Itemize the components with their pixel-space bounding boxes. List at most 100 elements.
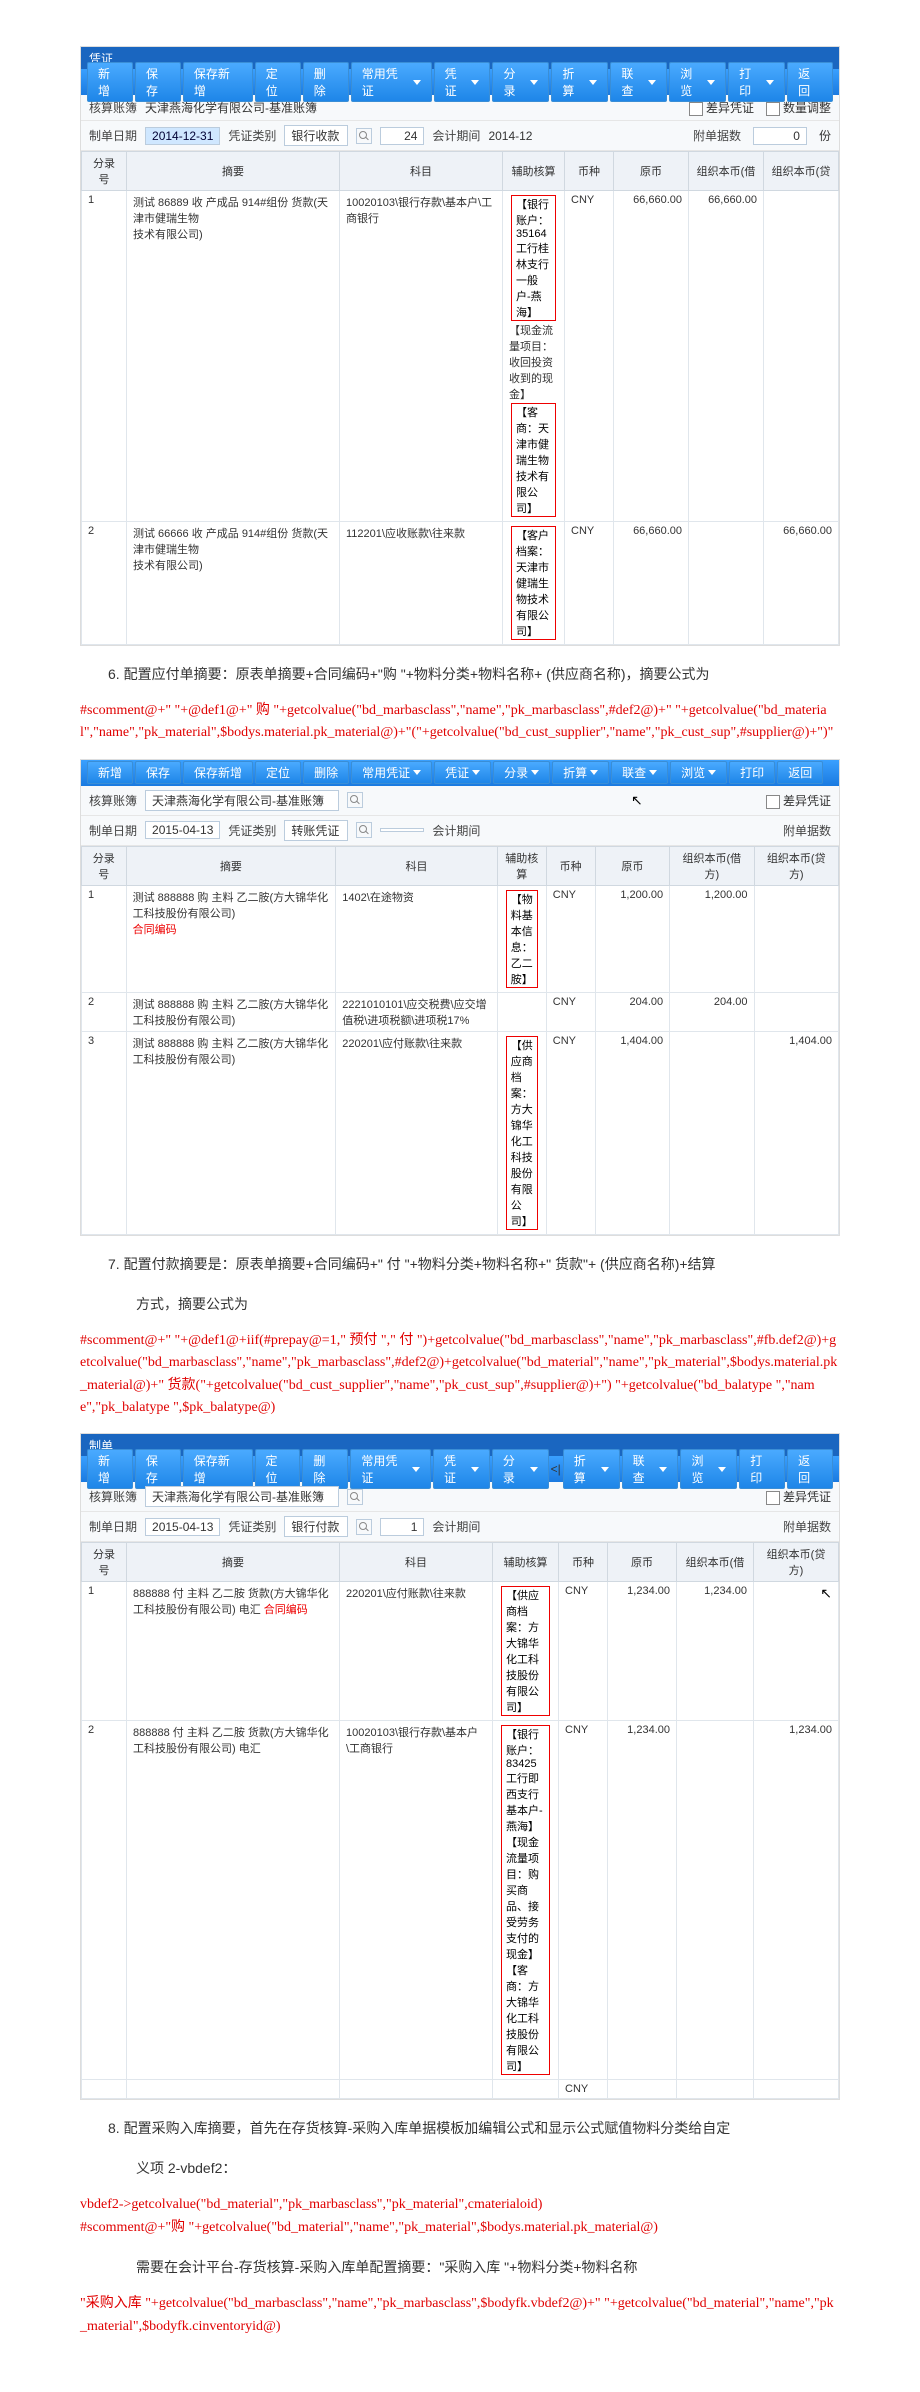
tb-common[interactable]: 常用凭证 <box>351 62 432 102</box>
voucher-panel-3: 制单 新增 保存 保存新增 定位 删除 常用凭证 凭证 分录 <| 折算 联查 … <box>80 1433 840 2100</box>
section6-formula: #scomment@+" "+@def1@+" 购 "+getcolvalue(… <box>80 700 840 745</box>
date-input[interactable]: 2015-04-13 <box>145 821 220 839</box>
tb-delete[interactable]: 删除 <box>303 62 349 102</box>
tb-browse[interactable]: 浏览 <box>669 62 726 102</box>
unit-fen: 份 <box>819 127 831 144</box>
aux-tag: 【银行账户：35164工行桂林支行一般户-燕海】 <box>511 195 556 321</box>
tb-entry[interactable]: 分录 <box>493 761 550 784</box>
tb-save-new[interactable]: 保存新增 <box>183 1449 253 1489</box>
tb-voucher[interactable]: 凭证 <box>434 761 491 784</box>
tb-locate[interactable]: 定位 <box>255 761 301 784</box>
section8-formula2: "采购入库 "+getcolvalue("bd_marbasclass","na… <box>80 2293 840 2338</box>
panel3-toolbar: 新增 保存 保存新增 定位 删除 常用凭证 凭证 分录 <| 折算 联查 浏览 … <box>81 1456 839 1482</box>
date-label: 制单日期 <box>89 127 137 144</box>
tb-voucher[interactable]: 凭证 <box>434 62 491 102</box>
tb-print[interactable]: 打印 <box>728 62 785 102</box>
contract-anno: 合同编码 <box>264 1604 308 1616</box>
section8-text: 8. 配置采购入库摘要，首先在存货核算-采购入库单据模板加编辑公式和显示公式赋值… <box>80 2114 840 2142</box>
table-row[interactable]: 2 测试 888888 购 主料 乙二胺(方大锦华化工科技股份有限公司) 222… <box>82 992 839 1031</box>
aux-tag: 【供应商档案：方大锦华化工科技股份有限公司】 <box>501 1586 550 1716</box>
attach-input[interactable]: 0 <box>753 127 807 145</box>
tb-delete[interactable]: 删除 <box>302 1449 348 1489</box>
tb-link[interactable]: 联查 <box>622 1449 679 1489</box>
ledger-value: 天津燕海化学有限公司-基准账簿 <box>145 99 317 116</box>
search-icon[interactable] <box>356 1519 372 1535</box>
section8-formula1: vbdef2->getcolvalue("bd_material","pk_ma… <box>80 2194 840 2239</box>
diff-voucher-check[interactable]: 差异凭证 <box>766 792 831 809</box>
tb-new[interactable]: 新增 <box>87 62 133 102</box>
tb-convert[interactable]: 折算 <box>563 1449 620 1489</box>
section7-text2: 方式，摘要公式为 <box>80 1290 840 1318</box>
ledger-input[interactable]: 天津燕海化学有限公司-基准账簿 <box>145 1486 339 1507</box>
panel2-formrow-1: 核算账簿 天津燕海化学有限公司-基准账簿 ↖ 差异凭证 <box>81 786 839 816</box>
tb-link[interactable]: 联查 <box>611 761 668 784</box>
table-row[interactable]: 1 测试 86889 收 产成品 914#组份 货款(天津市健瑞生物技术有限公司… <box>82 191 839 522</box>
tb-convert[interactable]: 折算 <box>551 62 608 102</box>
search-icon[interactable] <box>356 822 372 838</box>
period-label: 会计期间 <box>432 127 480 144</box>
aux-tag: 【客户档案：天津市健瑞生物技术有限公司】 <box>511 526 556 640</box>
tb-locate[interactable]: 定位 <box>255 1449 301 1489</box>
table-row[interactable]: 3 测试 888888 购 主料 乙二胺(方大锦华化工科技股份有限公司) 220… <box>82 1031 839 1234</box>
aux-tag: 【银行账户：83425工行即西支行基本户-燕海】【现金流量项目：购买商品、接受劳… <box>501 1725 550 2075</box>
vno-input[interactable]: 24 <box>380 127 424 145</box>
section7-text: 7. 配置付款摘要是：原表单摘要+合同编码+" 付 "+物料分类+物料名称+" … <box>80 1250 840 1278</box>
tb-browse[interactable]: 浏览 <box>680 1449 737 1489</box>
tb-print[interactable]: 打印 <box>729 761 775 784</box>
tb-entry[interactable]: 分录 <box>492 1449 549 1489</box>
search-icon[interactable] <box>347 792 363 808</box>
cursor-icon: ↖ <box>820 1585 832 1601</box>
tb-convert[interactable]: 折算 <box>552 761 609 784</box>
search-icon[interactable] <box>356 128 372 144</box>
vno-input[interactable] <box>380 828 424 832</box>
section8-text2: 义项 2-vbdef2： <box>80 2154 840 2182</box>
tb-locate[interactable]: 定位 <box>255 62 301 102</box>
panel2-toolbar: 新增 保存 保存新增 定位 删除 常用凭证 凭证 分录 折算 联查 浏览 打印 … <box>81 760 839 786</box>
panel2-formrow-2: 制单日期 2015-04-13 凭证类别 转账凭证 会计期间 附单据数 <box>81 816 839 846</box>
tb-save[interactable]: 保存 <box>135 761 181 784</box>
voucher-panel-1: 凭证 新增 保存 保存新增 定位 删除 常用凭证 凭证 分录 折算 联查 浏览 … <box>80 46 840 646</box>
tb-browse[interactable]: 浏览 <box>670 761 727 784</box>
search-icon[interactable] <box>347 1489 363 1505</box>
vtype-input[interactable]: 银行付款 <box>284 1516 348 1537</box>
grid-header: 分录号 摘要 科目 辅助核算 币种 原币 组织本币(借 组织本币(贷 <box>82 152 839 191</box>
date-input[interactable]: 2014-12-31 <box>145 127 220 145</box>
panel3-grid: 分录号 摘要 科目 辅助核算 币种 原币 组织本币(借 组织本币(贷方) 1 8… <box>81 1542 839 2099</box>
tb-new[interactable]: 新增 <box>87 1449 133 1489</box>
tb-save-new[interactable]: 保存新增 <box>183 761 253 784</box>
ledger-input[interactable]: 天津燕海化学有限公司-基准账簿 <box>145 790 339 811</box>
tb-save-new[interactable]: 保存新增 <box>183 62 253 102</box>
section8-text3: 需要在会计平台-存货核算-采购入库单配置摘要："采购入库 "+物料分类+物料名称 <box>80 2253 840 2281</box>
table-row[interactable]: CNY <box>82 2080 839 2099</box>
tb-entry[interactable]: 分录 <box>492 62 549 102</box>
tb-save[interactable]: 保存 <box>135 1449 181 1489</box>
vtype-input[interactable]: 银行收款 <box>284 125 348 146</box>
table-row[interactable]: 1 测试 888888 购 主料 乙二胺(方大锦华化工科技股份有限公司)合同编码… <box>82 885 839 992</box>
aux-tag: 【供应商档案：方大锦华化工科技股份有限公司】 <box>506 1036 538 1230</box>
tb-common[interactable]: 常用凭证 <box>351 761 432 784</box>
vtype-label: 凭证类别 <box>228 127 276 144</box>
table-row[interactable]: 2 888888 付 主料 乙二胺 货款(方大锦华化工科技股份有限公司) 电汇 … <box>82 1721 839 2080</box>
contract-anno: 合同编码 <box>133 924 177 936</box>
tb-save[interactable]: 保存 <box>135 62 181 102</box>
tb-voucher[interactable]: 凭证 <box>433 1449 490 1489</box>
tb-back[interactable]: 返回 <box>787 1449 833 1489</box>
vno-input[interactable]: 1 <box>380 1518 424 1536</box>
table-row[interactable]: 2 测试 66666 收 产成品 914#组份 货款(天津市健瑞生物技术有限公司… <box>82 522 839 645</box>
section7-formula: #scomment@+" "+@def1@+iif(#prepay@=1," 预… <box>80 1330 840 1420</box>
tb-back[interactable]: 返回 <box>787 62 833 102</box>
tb-print[interactable]: 打印 <box>739 1449 785 1489</box>
diff-voucher-check[interactable]: 差异凭证 <box>766 1488 831 1505</box>
num-adjust-check[interactable]: 数量调整 <box>766 99 831 116</box>
tb-back[interactable]: 返回 <box>777 761 823 784</box>
ledger-label: 核算账簿 <box>89 99 137 116</box>
diff-voucher-check[interactable]: 差异凭证 <box>689 99 754 116</box>
tb-delete[interactable]: 删除 <box>303 761 349 784</box>
tb-common[interactable]: 常用凭证 <box>350 1449 431 1489</box>
tb-link[interactable]: 联查 <box>610 62 667 102</box>
tb-new[interactable]: 新增 <box>87 761 133 784</box>
table-row[interactable]: 1 888888 付 主料 乙二胺 货款(方大锦华化工科技股份有限公司) 电汇 … <box>82 1582 839 1721</box>
aux-tag: 【客商：天津市健瑞生物技术有限公司】 <box>511 403 556 517</box>
date-input[interactable]: 2015-04-13 <box>145 1518 220 1536</box>
vtype-input[interactable]: 转账凭证 <box>284 820 348 841</box>
